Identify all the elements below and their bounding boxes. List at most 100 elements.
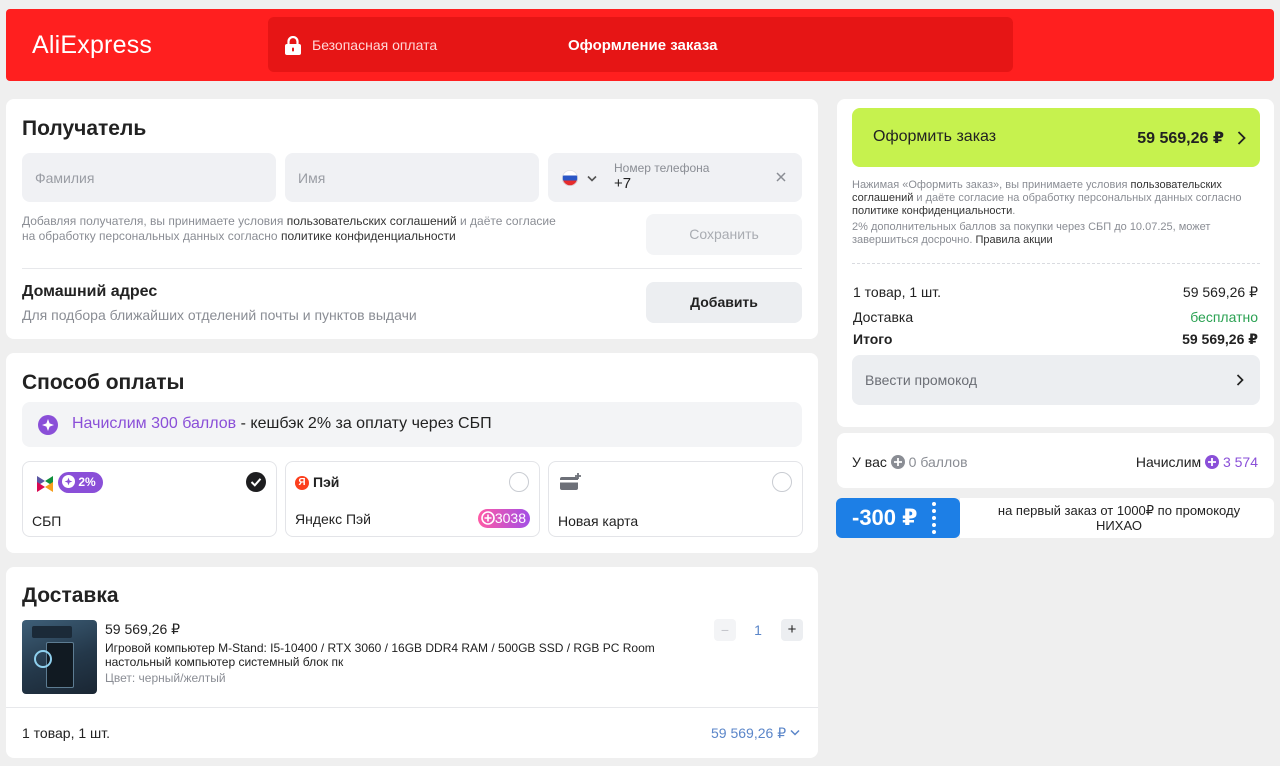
increase-quantity-button[interactable]: + xyxy=(781,619,803,641)
bonus-points-icon xyxy=(38,415,58,435)
coupon-discount: -300 ₽ xyxy=(836,498,960,538)
summary-items-label: 1 товар, 1 шт. xyxy=(853,284,942,300)
summary-total-label: Итого xyxy=(853,331,893,347)
aliexpress-logo[interactable]: AliExpress xyxy=(32,31,152,60)
sbp-cashback-badge: 2% xyxy=(58,472,103,493)
place-order-label: Оформить заказ xyxy=(873,128,997,145)
points-balance-value: 0 баллов xyxy=(908,454,968,470)
payment-card: Способ оплаты Начислим 300 баллов - кешб… xyxy=(6,353,818,553)
cashback-highlight: Начислим 300 баллов xyxy=(72,415,237,432)
product-name-line: настольный компьютер системный блок пк xyxy=(105,655,344,669)
points-icon xyxy=(1205,455,1220,469)
summary-items-row: 1 товар, 1 шт. 59 569,26 ₽ xyxy=(853,284,1258,300)
recipient-terms: Добавляя получателя, вы принимаете услов… xyxy=(22,214,602,244)
product-name[interactable]: Игровой компьютер M-Stand: I5-10400 / RT… xyxy=(105,641,675,669)
points-earn-label: Начислим xyxy=(1135,454,1202,470)
product-color: Цвет: черный/желтый xyxy=(105,671,226,685)
summary-delivery-row: Доставка бесплатно xyxy=(853,309,1258,325)
order-terms: Нажимая «Оформить заказ», вы принимаете … xyxy=(852,179,1262,218)
product-name-line: Игровой компьютер M-Stand: I5-10400 / RT… xyxy=(105,641,655,655)
terms-text: на обработку персональных данных согласн… xyxy=(22,229,281,243)
privacy-policy-link[interactable]: политике конфиденциальности xyxy=(281,229,456,243)
sbp-logo-icon xyxy=(37,476,53,492)
points-card: У вас 0 баллов Начислим 3 574 xyxy=(837,433,1274,488)
header: AliExpress Безопасная оплата Оформление … xyxy=(6,9,1274,81)
quantity-stepper: − 1 + xyxy=(714,619,804,641)
phone-value: +7 xyxy=(614,175,632,192)
phone-input[interactable]: Номер телефона +7 xyxy=(548,153,802,202)
promo-coupon[interactable]: -300 ₽ на первый заказ от 1000₽ по промо… xyxy=(836,498,1274,538)
product-price: 59 569,26 ₽ xyxy=(105,621,181,637)
home-address-title: Домашний адрес xyxy=(22,283,158,300)
points-earn: Начислим 3 574 xyxy=(1136,454,1258,470)
summary-total-value: 59 569,26 ₽ xyxy=(1182,331,1258,347)
first-name-input[interactable]: Имя xyxy=(285,153,539,202)
summary-total-row: Итого 59 569,26 ₽ xyxy=(853,331,1258,347)
coupon-info: на первый заказ от 1000₽ по промокоду НИ… xyxy=(960,498,1274,538)
clear-icon[interactable] xyxy=(776,172,786,182)
add-address-button[interactable]: Добавить xyxy=(646,282,802,323)
delivery-total-value: 59 569,26 ₽ xyxy=(711,725,787,741)
points-balance-label: У вас xyxy=(852,454,887,470)
coupon-discount-value: -300 ₽ xyxy=(852,505,918,530)
user-agreement-link[interactable]: пользовательских соглашений xyxy=(287,214,457,228)
payment-option-new-card[interactable]: Новая карта xyxy=(548,461,803,537)
first-name-placeholder: Имя xyxy=(298,170,326,186)
radio-button[interactable] xyxy=(509,472,529,492)
promo-rules-link[interactable]: Правила акции xyxy=(975,234,1052,246)
last-name-placeholder: Фамилия xyxy=(35,170,95,186)
delivery-card: Доставка 59 569,26 ₽ Игровой компьютер M… xyxy=(6,567,818,758)
summary-items-value: 59 569,26 ₽ xyxy=(1182,284,1258,300)
promo-code-input[interactable]: Ввести промокод xyxy=(852,355,1260,405)
order-summary-card: Оформить заказ 59 569,26 ₽ Нажимая «Офор… xyxy=(837,99,1274,427)
privacy-policy-link[interactable]: политике конфиденциальности xyxy=(852,205,1012,217)
badge-value: 3038 xyxy=(494,510,526,526)
plus-points-icon xyxy=(481,511,495,525)
bonus-points-icon xyxy=(62,475,75,488)
payment-option-sbp[interactable]: 2% СБП xyxy=(22,461,277,537)
product-image-banner xyxy=(32,626,72,638)
save-button[interactable]: Сохранить xyxy=(646,214,802,255)
product-image-case xyxy=(46,642,74,688)
terms-text: Добавляя получателя, вы принимаете услов… xyxy=(22,214,287,228)
last-name-input[interactable]: Фамилия xyxy=(22,153,276,202)
check-icon xyxy=(246,472,266,492)
phone-label: Номер телефона xyxy=(614,161,710,175)
header-bar: Безопасная оплата Оформление заказа xyxy=(268,17,1013,72)
payment-option-label: СБП xyxy=(32,513,62,529)
product-image[interactable] xyxy=(22,620,97,694)
points-icon xyxy=(890,455,905,469)
payment-title: Способ оплаты xyxy=(22,371,185,394)
chevron-right-icon xyxy=(1236,374,1244,386)
divider xyxy=(6,707,818,708)
terms-text: и даёте согласие на обработку персональн… xyxy=(913,192,1242,204)
home-address-subtitle: Для подбора ближайших отделений почты и … xyxy=(22,307,417,323)
payment-option-yandex-pay[interactable]: Я Пэй Яндекс Пэй 3038 xyxy=(285,461,540,537)
coupon-text: на первый заказ от 1000₽ по промокоду НИ… xyxy=(997,503,1241,533)
country-selector[interactable] xyxy=(560,169,602,187)
decrease-quantity-button[interactable]: − xyxy=(714,619,736,641)
quantity-value[interactable]: 1 xyxy=(748,622,768,638)
divider xyxy=(22,268,802,269)
cashback-banner: Начислим 300 баллов - кешбэк 2% за оплат… xyxy=(22,402,802,447)
terms-text: и даёте согласие xyxy=(456,214,556,228)
place-order-button[interactable]: Оформить заказ 59 569,26 ₽ xyxy=(852,108,1260,167)
lock-icon xyxy=(285,36,301,55)
cashback-rest: - кешбэк 2% за оплату через СБП xyxy=(236,415,492,432)
secure-payment-label: Безопасная оплата xyxy=(312,37,438,53)
delivery-footer-total[interactable]: 59 569,26 ₽ xyxy=(711,725,800,742)
recipient-title: Получатель xyxy=(22,117,147,140)
payment-option-label: Яндекс Пэй xyxy=(295,511,371,527)
coupon-perforation xyxy=(932,502,936,534)
chevron-right-icon xyxy=(1237,131,1246,145)
page-title: Оформление заказа xyxy=(568,37,718,54)
product-image-fan xyxy=(34,650,52,668)
recipient-card: Получатель Фамилия Имя Номер телефона +7 xyxy=(6,99,818,339)
points-note: 2% дополнительных баллов за покупки чере… xyxy=(852,221,1262,247)
yandex-logo-icon: Я xyxy=(295,476,309,490)
place-order-total: 59 569,26 ₽ xyxy=(1137,130,1224,147)
radio-button[interactable] xyxy=(772,472,792,492)
delivery-footer-count: 1 товар, 1 шт. xyxy=(22,725,111,741)
summary-delivery-value: бесплатно xyxy=(1190,309,1258,325)
promo-code-placeholder: Ввести промокод xyxy=(865,372,978,388)
